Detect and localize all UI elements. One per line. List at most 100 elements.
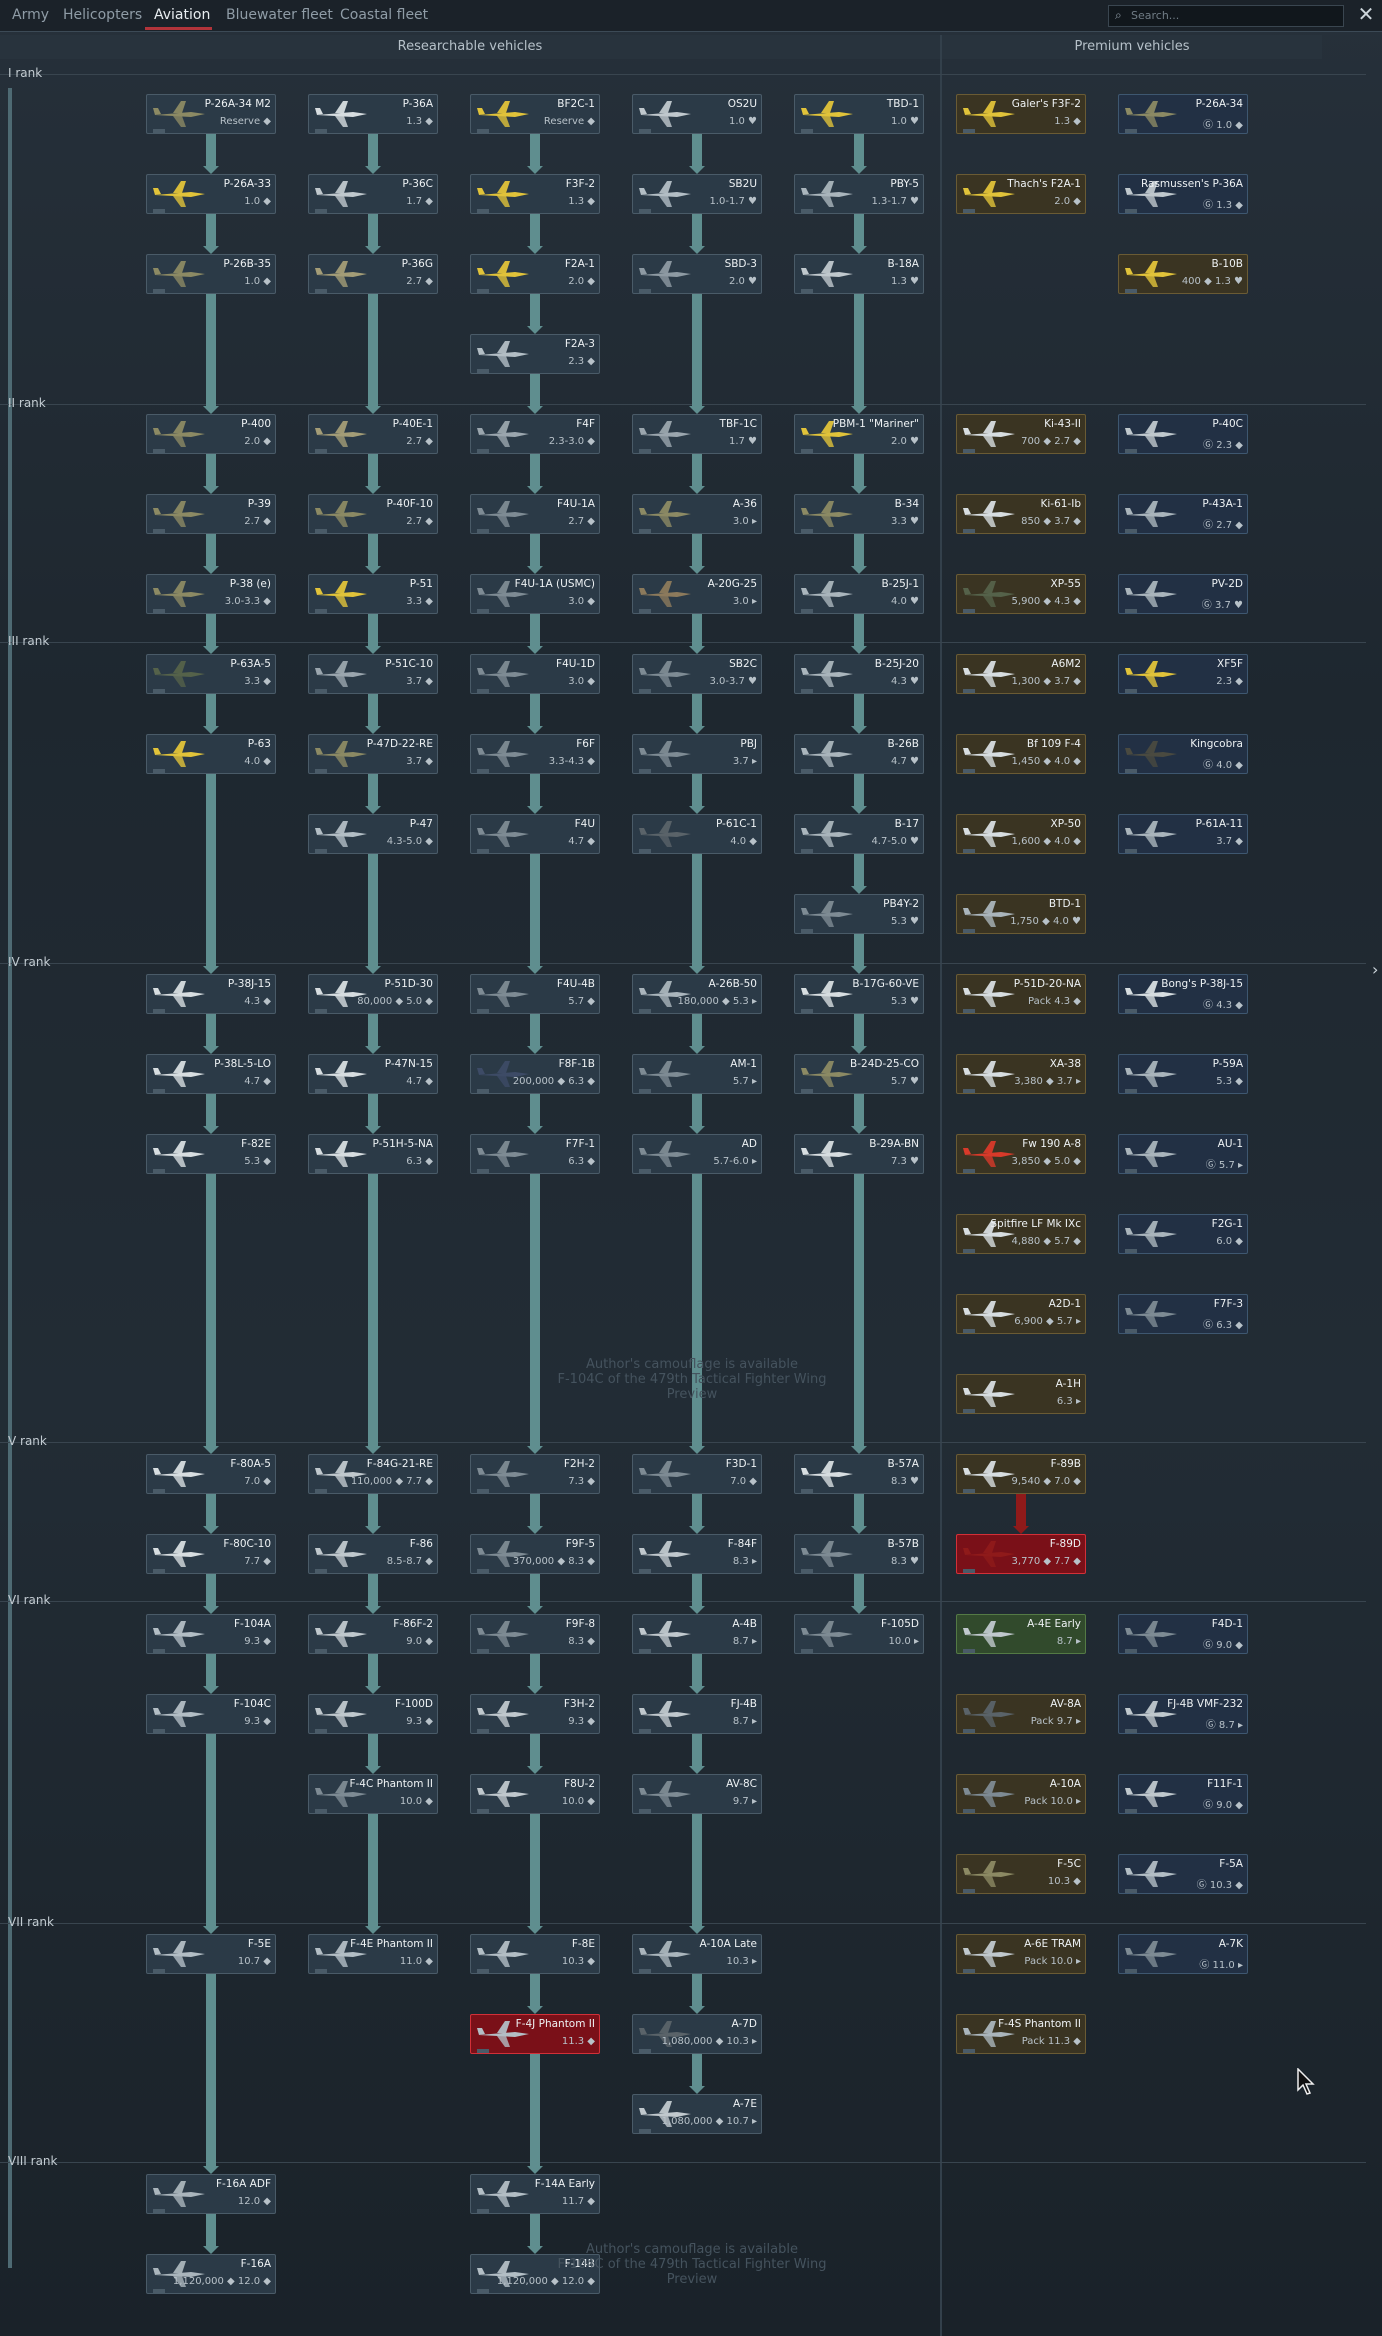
vehicle-card[interactable]: B-57B 8.3 ♥ xyxy=(794,1534,924,1574)
vehicle-card[interactable]: F-104C 9.3 ◆ xyxy=(146,1694,276,1734)
vehicle-card[interactable]: F-89B 9,540 ◆ 7.0 ◆ xyxy=(956,1454,1086,1494)
vehicle-card[interactable]: F-8E 10.3 ◆ xyxy=(470,1934,600,1974)
scroll-arrow-icon[interactable]: › xyxy=(1372,960,1378,979)
vehicle-card[interactable]: F-80A-5 7.0 ◆ xyxy=(146,1454,276,1494)
vehicle-card[interactable]: B-34 3.3 ♥ xyxy=(794,494,924,534)
vehicle-card[interactable]: B-57A 8.3 ♥ xyxy=(794,1454,924,1494)
vehicle-card[interactable]: A-4E Early 8.7 ▸ xyxy=(956,1614,1086,1654)
vehicle-card[interactable]: F-104A 9.3 ◆ xyxy=(146,1614,276,1654)
vehicle-card[interactable]: B-18A 1.3 ♥ xyxy=(794,254,924,294)
vehicle-card[interactable]: PBJ 3.7 ▸ xyxy=(632,734,762,774)
vehicle-card[interactable]: P-38 (e) 3.0-3.3 ◆ xyxy=(146,574,276,614)
vehicle-card[interactable]: F-86 8.5-8.7 ◆ xyxy=(308,1534,438,1574)
vehicle-card[interactable]: A2D-1 6,900 ◆ 5.7 ▸ xyxy=(956,1294,1086,1334)
vehicle-card[interactable]: F-14A Early 11.7 ◆ xyxy=(470,2174,600,2214)
vehicle-card[interactable]: Fw 190 A-8 3,850 ◆ 5.0 ◆ xyxy=(956,1134,1086,1174)
vehicle-card[interactable]: F7F-3 Ⓖ 6.3 ◆ xyxy=(1118,1294,1248,1334)
vehicle-card[interactable]: Rasmussen's P-36A Ⓖ 1.3 ◆ xyxy=(1118,174,1248,214)
vehicle-card[interactable]: A6M2 1,300 ◆ 3.7 ◆ xyxy=(956,654,1086,694)
vehicle-card[interactable]: F2H-2 7.3 ◆ xyxy=(470,1454,600,1494)
vehicle-card[interactable]: PBM-1 "Mariner" 2.0 ♥ xyxy=(794,414,924,454)
vehicle-card[interactable]: AU-1 Ⓖ 5.7 ▸ xyxy=(1118,1134,1248,1174)
vehicle-card[interactable]: SBD-3 2.0 ♥ xyxy=(632,254,762,294)
vehicle-card[interactable]: P-26B-35 1.0 ◆ xyxy=(146,254,276,294)
vehicle-card[interactable]: F4U-4B 5.7 ◆ xyxy=(470,974,600,1014)
vehicle-card[interactable]: F11F-1 Ⓖ 9.0 ◆ xyxy=(1118,1774,1248,1814)
vehicle-card[interactable]: B-26B 4.7 ♥ xyxy=(794,734,924,774)
vehicle-card[interactable]: SB2C 3.0-3.7 ♥ xyxy=(632,654,762,694)
tab-coastal-fleet[interactable]: Coastal fleet xyxy=(340,7,428,23)
vehicle-card[interactable]: F-89D 3,770 ◆ 7.7 ◆ xyxy=(956,1534,1086,1574)
vehicle-card[interactable]: A-4B 8.7 ▸ xyxy=(632,1614,762,1654)
vehicle-card[interactable]: P-36A 1.3 ◆ xyxy=(308,94,438,134)
vehicle-card[interactable]: A-7D 1,080,000 ◆ 10.3 ▸ xyxy=(632,2014,762,2054)
vehicle-card[interactable]: F6F 3.3-4.3 ◆ xyxy=(470,734,600,774)
vehicle-card[interactable]: F-82E 5.3 ◆ xyxy=(146,1134,276,1174)
vehicle-card[interactable]: TBF-1C 1.7 ♥ xyxy=(632,414,762,454)
vehicle-card[interactable]: FJ-4B 8.7 ▸ xyxy=(632,1694,762,1734)
vehicle-card[interactable]: P-61A-11 3.7 ◆ xyxy=(1118,814,1248,854)
vehicle-card[interactable]: Bong's P-38J-15 Ⓖ 4.3 ◆ xyxy=(1118,974,1248,1014)
vehicle-card[interactable]: P-400 2.0 ◆ xyxy=(146,414,276,454)
vehicle-card[interactable]: F-84F 8.3 ▸ xyxy=(632,1534,762,1574)
vehicle-card[interactable]: P-43A-1 Ⓖ 2.7 ◆ xyxy=(1118,494,1248,534)
vehicle-card[interactable]: F3H-2 9.3 ◆ xyxy=(470,1694,600,1734)
vehicle-card[interactable]: BF2C-1 Reserve ◆ xyxy=(470,94,600,134)
tab-bluewater-fleet[interactable]: Bluewater fleet xyxy=(226,7,333,23)
vehicle-card[interactable]: F4U-1A 2.7 ◆ xyxy=(470,494,600,534)
vehicle-card[interactable]: F2A-3 2.3 ◆ xyxy=(470,334,600,374)
vehicle-card[interactable]: F9F-5 370,000 ◆ 8.3 ◆ xyxy=(470,1534,600,1574)
tab-army[interactable]: Army xyxy=(12,7,49,23)
vehicle-card[interactable]: F-5E 10.7 ◆ xyxy=(146,1934,276,1974)
vehicle-card[interactable]: F8U-2 10.0 ◆ xyxy=(470,1774,600,1814)
vehicle-card[interactable]: F4U-1A (USMC) 3.0 ◆ xyxy=(470,574,600,614)
vehicle-card[interactable]: P-38L-5-LO 4.7 ◆ xyxy=(146,1054,276,1094)
vehicle-card[interactable]: SB2U 1.0-1.7 ♥ xyxy=(632,174,762,214)
vehicle-card[interactable]: Thach's F2A-1 2.0 ◆ xyxy=(956,174,1086,214)
vehicle-card[interactable]: Bf 109 F-4 1,450 ◆ 4.0 ◆ xyxy=(956,734,1086,774)
vehicle-card[interactable]: F-4J Phantom II 11.3 ◆ xyxy=(470,2014,600,2054)
close-button[interactable]: ✕ xyxy=(1354,2,1378,28)
vehicle-card[interactable]: B-24D-25-CO 5.7 ♥ xyxy=(794,1054,924,1094)
vehicle-card[interactable]: F-80C-10 7.7 ◆ xyxy=(146,1534,276,1574)
vehicle-card[interactable]: F3D-1 7.0 ◆ xyxy=(632,1454,762,1494)
vehicle-card[interactable]: P-51D-30 80,000 ◆ 5.0 ◆ xyxy=(308,974,438,1014)
vehicle-card[interactable]: B-17 4.7-5.0 ♥ xyxy=(794,814,924,854)
vehicle-card[interactable]: FJ-4B VMF-232 Ⓖ 8.7 ▸ xyxy=(1118,1694,1248,1734)
vehicle-card[interactable]: P-61C-1 4.0 ◆ xyxy=(632,814,762,854)
vehicle-card[interactable]: P-40C Ⓖ 2.3 ◆ xyxy=(1118,414,1248,454)
vehicle-card[interactable]: F7F-1 6.3 ◆ xyxy=(470,1134,600,1174)
vehicle-card[interactable]: A-36 3.0 ▸ xyxy=(632,494,762,534)
vehicle-card[interactable]: P-40F-10 2.7 ◆ xyxy=(308,494,438,534)
vehicle-card[interactable]: PB4Y-2 5.3 ♥ xyxy=(794,894,924,934)
vehicle-card[interactable]: Galer's F3F-2 1.3 ◆ xyxy=(956,94,1086,134)
vehicle-card[interactable]: B-25J-1 4.0 ♥ xyxy=(794,574,924,614)
vehicle-card[interactable]: P-40E-1 2.7 ◆ xyxy=(308,414,438,454)
search-input[interactable]: ⌕ Search... xyxy=(1108,5,1344,27)
vehicle-card[interactable]: F-5A Ⓖ 10.3 ◆ xyxy=(1118,1854,1248,1894)
vehicle-card[interactable]: P-26A-34 M2 Reserve ◆ xyxy=(146,94,276,134)
vehicle-card[interactable]: AM-1 5.7 ▸ xyxy=(632,1054,762,1094)
vehicle-card[interactable]: AD 5.7-6.0 ▸ xyxy=(632,1134,762,1174)
vehicle-card[interactable]: P-47N-15 4.7 ◆ xyxy=(308,1054,438,1094)
vehicle-card[interactable]: PBY-5 1.3-1.7 ♥ xyxy=(794,174,924,214)
vehicle-card[interactable]: OS2U 1.0 ♥ xyxy=(632,94,762,134)
vehicle-card[interactable]: A-7E 1,080,000 ◆ 10.7 ▸ xyxy=(632,2094,762,2134)
vehicle-card[interactable]: XP-55 5,900 ◆ 4.3 ◆ xyxy=(956,574,1086,614)
vehicle-card[interactable]: Spitfire LF Mk IXc 4,880 ◆ 5.7 ◆ xyxy=(956,1214,1086,1254)
vehicle-card[interactable]: F-16A 1,120,000 ◆ 12.0 ◆ xyxy=(146,2254,276,2294)
vehicle-card[interactable]: Ki-43-II 700 ◆ 2.7 ◆ xyxy=(956,414,1086,454)
vehicle-card[interactable]: B-25J-20 4.3 ♥ xyxy=(794,654,924,694)
vehicle-card[interactable]: A-10A Pack 10.0 ▸ xyxy=(956,1774,1086,1814)
vehicle-card[interactable]: P-26A-33 1.0 ◆ xyxy=(146,174,276,214)
vehicle-card[interactable]: P-63A-5 3.3 ◆ xyxy=(146,654,276,694)
vehicle-card[interactable]: A-7K Ⓖ 11.0 ▸ xyxy=(1118,1934,1248,1974)
vehicle-card[interactable]: P-36G 2.7 ◆ xyxy=(308,254,438,294)
vehicle-card[interactable]: P-38J-15 4.3 ◆ xyxy=(146,974,276,1014)
vehicle-card[interactable]: TBD-1 1.0 ♥ xyxy=(794,94,924,134)
vehicle-card[interactable]: F4F 2.3-3.0 ◆ xyxy=(470,414,600,454)
vehicle-card[interactable]: F9F-8 8.3 ◆ xyxy=(470,1614,600,1654)
vehicle-card[interactable]: BTD-1 1,750 ◆ 4.0 ♥ xyxy=(956,894,1086,934)
tab-helicopters[interactable]: Helicopters xyxy=(63,7,142,23)
vehicle-card[interactable]: AV-8A Pack 9.7 ▸ xyxy=(956,1694,1086,1734)
